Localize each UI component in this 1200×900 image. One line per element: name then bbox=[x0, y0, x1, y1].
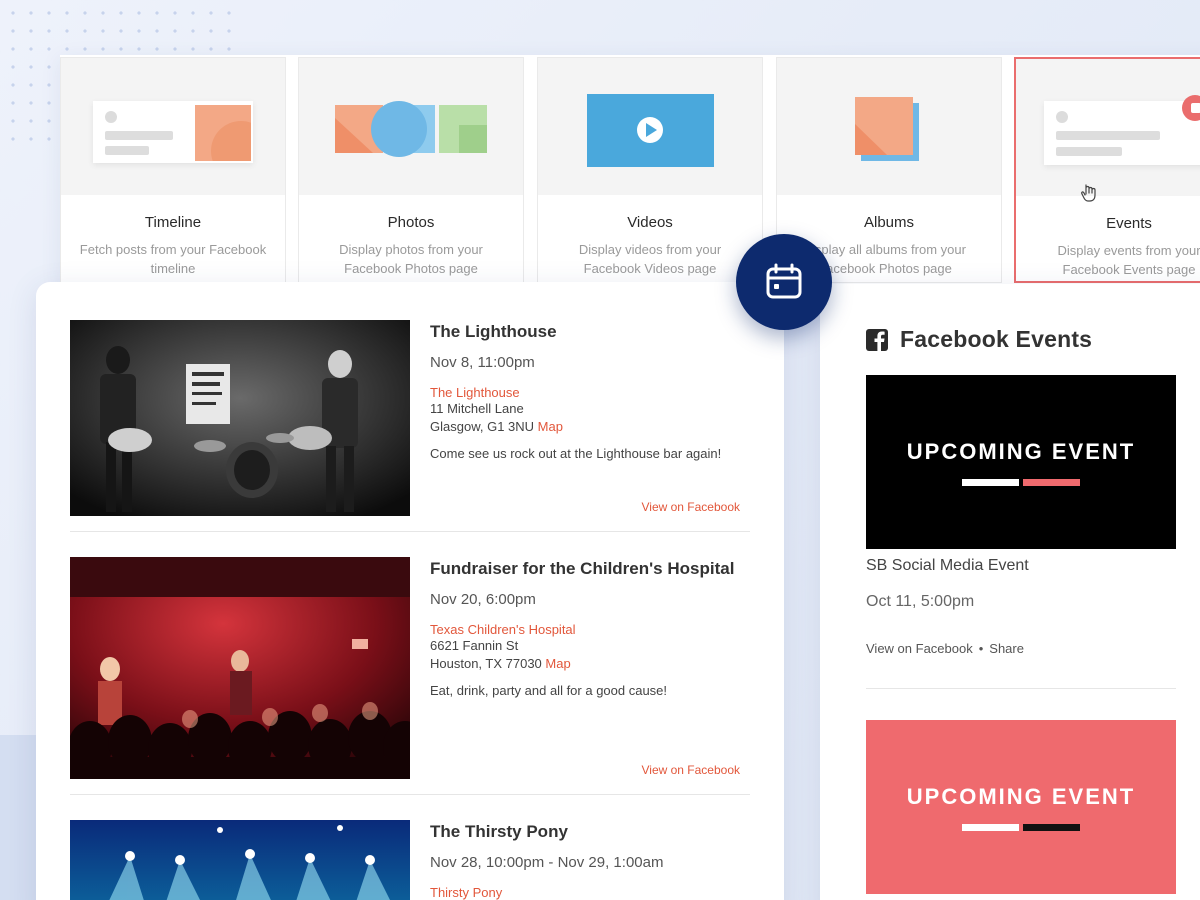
widget-event-date: Oct 11, 5:00pm bbox=[866, 593, 975, 610]
feed-type-desc: Display events from your Facebook Events… bbox=[1057, 243, 1200, 277]
promo-text: UPCOMING EVENT bbox=[906, 783, 1136, 809]
event-date: Nov 28, 10:00pm - Nov 29, 1:00am bbox=[430, 854, 664, 871]
promo-text: UPCOMING EVENT bbox=[906, 438, 1136, 464]
event-divider bbox=[70, 531, 750, 532]
event-info: Fundraiser for the Children's Hospital N… bbox=[430, 557, 750, 698]
event-city: Houston, TX 77030 bbox=[430, 656, 542, 671]
events-thumbnail bbox=[1016, 59, 1200, 202]
timeline-thumbnail bbox=[61, 58, 285, 195]
link-separator: • bbox=[978, 641, 984, 656]
event-map-link[interactable]: Map bbox=[538, 419, 563, 434]
event-photo[interactable] bbox=[70, 320, 410, 516]
feed-type-title: Photos bbox=[387, 214, 435, 231]
event-address-line1: 6621 Fannin St bbox=[430, 638, 519, 653]
event-photo[interactable] bbox=[70, 557, 410, 779]
widget-event-links: View on Facebook • Share bbox=[866, 641, 1024, 656]
events-illustration bbox=[1044, 101, 1200, 165]
feed-type-title: Videos bbox=[627, 214, 673, 231]
events-list-panel: The Lighthouse Nov 8, 11:00pm The Lighth… bbox=[36, 282, 784, 900]
promo-bars bbox=[962, 823, 1080, 831]
feed-type-desc: Display photos from your Facebook Photos… bbox=[339, 242, 483, 276]
event-city: Glasgow, G1 3NU bbox=[430, 419, 535, 434]
event-cover-image[interactable]: UPCOMING EVENT bbox=[866, 375, 1176, 549]
event-description: Eat, drink, party and all for a good cau… bbox=[430, 683, 668, 698]
feed-type-title: Timeline bbox=[144, 214, 202, 231]
view-on-facebook-link[interactable]: View on Facebook bbox=[641, 500, 740, 514]
event-title[interactable]: Fundraiser for the Children's Hospital bbox=[430, 559, 750, 579]
event-cover-image[interactable]: UPCOMING EVENT bbox=[866, 720, 1176, 894]
event-item: The Lighthouse Nov 8, 11:00pm The Lighth… bbox=[70, 320, 750, 516]
event-venue-link[interactable]: Thirsty Pony bbox=[430, 885, 750, 900]
promo-bars bbox=[962, 478, 1080, 486]
photos-illustration bbox=[335, 58, 487, 195]
event-title[interactable]: The Thirsty Pony bbox=[430, 822, 750, 842]
event-info: The Lighthouse Nov 8, 11:00pm The Lighth… bbox=[430, 320, 750, 461]
event-address-line1: 11 Mitchell Lane bbox=[430, 401, 524, 416]
event-item: The Thirsty Pony Nov 28, 10:00pm - Nov 2… bbox=[70, 820, 750, 900]
widget-view-on-facebook-link[interactable]: View on Facebook bbox=[866, 641, 973, 656]
event-info: The Thirsty Pony Nov 28, 10:00pm - Nov 2… bbox=[430, 820, 750, 900]
feed-type-title: Events bbox=[1106, 215, 1152, 232]
videos-thumbnail bbox=[538, 58, 762, 195]
event-date: Nov 20, 6:00pm bbox=[430, 591, 536, 608]
widget-header: Facebook Events bbox=[866, 326, 1092, 353]
event-description: Come see us rock out at the Lighthouse b… bbox=[430, 446, 722, 461]
calendar-icon bbox=[766, 263, 802, 299]
widget-share-link[interactable]: Share bbox=[989, 641, 1024, 656]
hand-cursor-icon bbox=[1081, 184, 1096, 202]
event-title[interactable]: The Lighthouse bbox=[430, 322, 750, 342]
event-venue-link[interactable]: Texas Children's Hospital bbox=[430, 622, 750, 637]
feed-type-timeline[interactable]: Timeline Fetch posts from your Facebook … bbox=[60, 57, 286, 283]
feed-type-desc: Display videos from your Facebook Videos… bbox=[578, 242, 722, 276]
facebook-events-widget: Facebook Events UPCOMING EVENT SB Social… bbox=[820, 284, 1200, 900]
event-photo[interactable] bbox=[70, 820, 410, 900]
photos-thumbnail bbox=[299, 58, 523, 195]
facebook-icon bbox=[866, 328, 888, 351]
albums-illustration bbox=[855, 97, 919, 161]
event-map-link[interactable]: Map bbox=[545, 656, 570, 671]
feed-type-title: Albums bbox=[863, 214, 915, 231]
view-on-facebook-link[interactable]: View on Facebook bbox=[641, 763, 740, 777]
feed-type-photos[interactable]: Photos Display photos from your Facebook… bbox=[298, 57, 524, 283]
albums-thumbnail bbox=[777, 58, 1001, 195]
calendar-badge bbox=[736, 234, 832, 330]
widget-event-name[interactable]: SB Social Media Event bbox=[866, 557, 1029, 575]
event-divider bbox=[70, 794, 750, 795]
timeline-illustration bbox=[93, 101, 253, 163]
widget-title: Facebook Events bbox=[900, 326, 1093, 352]
widget-divider bbox=[866, 688, 1176, 689]
play-icon bbox=[587, 94, 714, 167]
feed-type-desc: Fetch posts from your Facebook timeline bbox=[79, 242, 267, 276]
event-address-line2: Glasgow, G1 3NU Map bbox=[430, 418, 750, 436]
event-date: Nov 8, 11:00pm bbox=[430, 354, 535, 371]
event-venue-link[interactable]: The Lighthouse bbox=[430, 385, 750, 400]
feed-type-selector: Timeline Fetch posts from your Facebook … bbox=[60, 55, 1200, 285]
event-address-line2: Houston, TX 77030 Map bbox=[430, 655, 750, 673]
event-item: Fundraiser for the Children's Hospital N… bbox=[70, 557, 750, 779]
feed-type-events[interactable]: Events Display events from your Facebook… bbox=[1014, 57, 1200, 283]
feed-type-videos[interactable]: Videos Display videos from your Facebook… bbox=[537, 57, 763, 283]
